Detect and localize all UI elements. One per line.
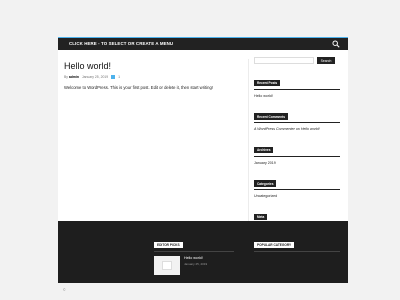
widget-title: Recent Comments <box>254 113 288 120</box>
footer: EDITOR PICKS Hello world! January 25, 20… <box>58 221 348 283</box>
post-body: Welcome to WordPress. This is your first… <box>64 85 213 90</box>
footer-title: EDITOR PICKS <box>154 241 183 249</box>
search-button[interactable]: Search <box>317 57 335 64</box>
widget-rule <box>254 122 340 123</box>
widget-title: Recent Posts <box>254 79 281 87</box>
footer-editor-picks: EDITOR PICKS Hello world! January 25, 20… <box>154 233 234 275</box>
widget-rule <box>254 88 340 90</box>
comment-post-link[interactable]: Hello world! <box>301 127 320 131</box>
footer-post: Hello world! January 25, 2019 <box>154 255 234 275</box>
comment-count[interactable]: 1 <box>118 75 120 79</box>
archive-link[interactable]: January 2019 <box>254 161 340 165</box>
categories-widget: Categories Uncategorized <box>254 172 340 198</box>
page-container: CLICK HERE - TO SELECT OR CREATE A MENU … <box>58 37 348 283</box>
top-menu-bar: CLICK HERE - TO SELECT OR CREATE A MENU <box>58 37 348 50</box>
comment-icon[interactable] <box>111 75 116 79</box>
recent-comment: A WordPress Commenter on Hello world! <box>254 127 340 131</box>
post-thumbnail[interactable] <box>154 255 180 275</box>
main-content: Hello world! By admin January 25, 2019 1… <box>64 61 244 90</box>
recent-posts-widget: Recent Posts Hello world! <box>254 71 340 98</box>
create-menu-link[interactable]: CLICK HERE - TO SELECT OR CREATE A MENU <box>69 41 173 46</box>
widget-title: Categories <box>254 180 277 187</box>
post-title[interactable]: Hello world! <box>64 61 244 72</box>
widget-rule <box>254 189 340 190</box>
footer-title: POPULAR CATEGORY <box>254 241 295 249</box>
footer-rule <box>154 250 234 252</box>
search-input[interactable] <box>254 57 314 64</box>
comment-on-label: on <box>295 127 300 131</box>
footer-popular-category: POPULAR CATEGORY <box>254 233 340 252</box>
meta-prefix: By admin <box>64 75 79 79</box>
copyright: © <box>63 288 66 292</box>
footer-rule <box>254 250 340 252</box>
archives-widget: Archives January 2019 <box>254 138 340 165</box>
post-date: January 25, 2019 <box>81 75 109 79</box>
footer-post-title[interactable]: Hello world! <box>184 256 207 260</box>
post-meta: By admin January 25, 2019 1 <box>64 75 244 79</box>
recent-post-link[interactable]: Hello world! <box>254 94 340 98</box>
search-icon[interactable] <box>332 40 340 48</box>
footer-post-date: January 25, 2019 <box>184 261 208 266</box>
commenter-link[interactable]: A WordPress Commenter <box>254 127 295 131</box>
sidebar-search: Search <box>254 57 340 64</box>
footer-post-text: Hello world! January 25, 2019 <box>184 256 207 275</box>
recent-comments-widget: Recent Comments A WordPress Commenter on… <box>254 105 340 131</box>
column-divider <box>248 59 249 221</box>
category-link[interactable]: Uncategorized <box>254 194 340 198</box>
widget-title: Archives <box>254 146 274 154</box>
thumbnail-placeholder-icon <box>162 260 172 270</box>
widget-title: Meta <box>254 213 268 221</box>
post-author[interactable]: admin <box>69 75 79 79</box>
widget-rule <box>254 155 340 157</box>
